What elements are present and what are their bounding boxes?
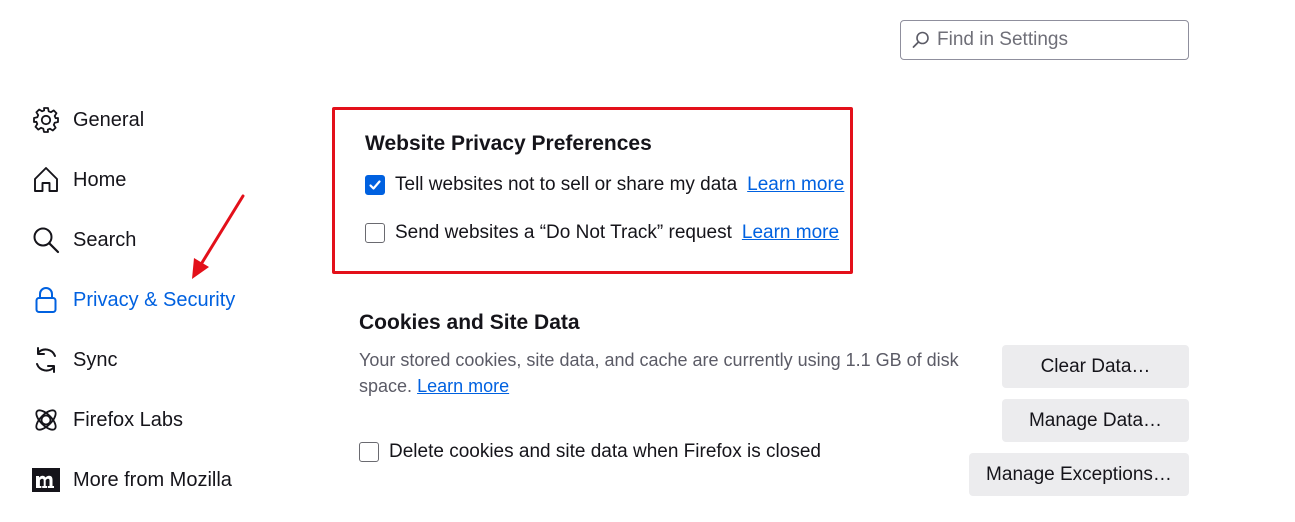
dnt-option: Send websites a “Do Not Track” request L… — [365, 222, 839, 244]
sidebar-item-label: Search — [73, 228, 137, 251]
lock-icon — [30, 284, 62, 316]
search-input[interactable] — [937, 29, 1177, 51]
manage-data-button[interactable]: Manage Data… — [1002, 399, 1189, 442]
annotation-arrow — [192, 194, 245, 279]
search-field[interactable] — [900, 20, 1189, 60]
gpc-learn-more-link[interactable]: Learn more — [747, 174, 844, 196]
sidebar-item-label: Firefox Labs — [73, 408, 184, 431]
dnt-learn-more-link[interactable]: Learn more — [742, 222, 839, 244]
sidebar-item-search[interactable]: Search — [30, 210, 290, 270]
gpc-checkbox[interactable] — [365, 175, 385, 195]
delete-on-close-label[interactable]: Delete cookies and site data when Firefo… — [389, 441, 821, 463]
gpc-label[interactable]: Tell websites not to sell or share my da… — [395, 174, 737, 196]
sidebar-item-label: Home — [73, 168, 127, 191]
dnt-checkbox[interactable] — [365, 223, 385, 243]
gear-icon — [30, 104, 62, 136]
delete-on-close-option: Delete cookies and site data when Firefo… — [359, 441, 821, 463]
sidebar-item-firefox-labs[interactable]: Firefox Labs — [30, 390, 290, 450]
sidebar-item-label: More from Mozilla — [73, 468, 232, 491]
sidebar-item-sync[interactable]: Sync — [30, 330, 290, 390]
sidebar-item-label: Privacy & Security — [73, 288, 236, 311]
gpc-option: Tell websites not to sell or share my da… — [365, 174, 844, 196]
search-icon — [30, 224, 62, 256]
website-privacy-preferences-section: Website Privacy Preferences Tell website… — [332, 107, 853, 274]
section-title: Website Privacy Preferences — [365, 132, 652, 155]
manage-exceptions-button[interactable]: Manage Exceptions… — [969, 453, 1189, 496]
sidebar-item-label: General — [73, 108, 145, 131]
sidebar-item-privacy-security[interactable]: Privacy & Security — [30, 270, 290, 330]
delete-on-close-checkbox[interactable] — [359, 442, 379, 462]
cookies-usage-description: Your stored cookies, site data, and cach… — [359, 347, 959, 399]
sidebar-item-more-from-mozilla[interactable]: More from Mozilla — [30, 450, 290, 510]
dnt-label[interactable]: Send websites a “Do Not Track” request — [395, 222, 732, 244]
sidebar-item-home[interactable]: Home — [30, 150, 290, 210]
clear-data-button[interactable]: Clear Data… — [1002, 345, 1189, 388]
cookies-section-title: Cookies and Site Data — [359, 311, 580, 334]
sync-icon — [30, 344, 62, 376]
search-icon — [912, 31, 929, 48]
home-icon — [30, 164, 62, 196]
cookies-learn-more-link[interactable]: Learn more — [417, 376, 509, 396]
sidebar-nav: General Home Search Privacy & Security S… — [30, 90, 290, 510]
labs-icon — [30, 404, 62, 436]
sidebar-item-label: Sync — [73, 348, 118, 371]
checkmark-icon — [369, 180, 381, 190]
sidebar-item-general[interactable]: General — [30, 90, 290, 150]
mozilla-icon — [30, 464, 62, 496]
